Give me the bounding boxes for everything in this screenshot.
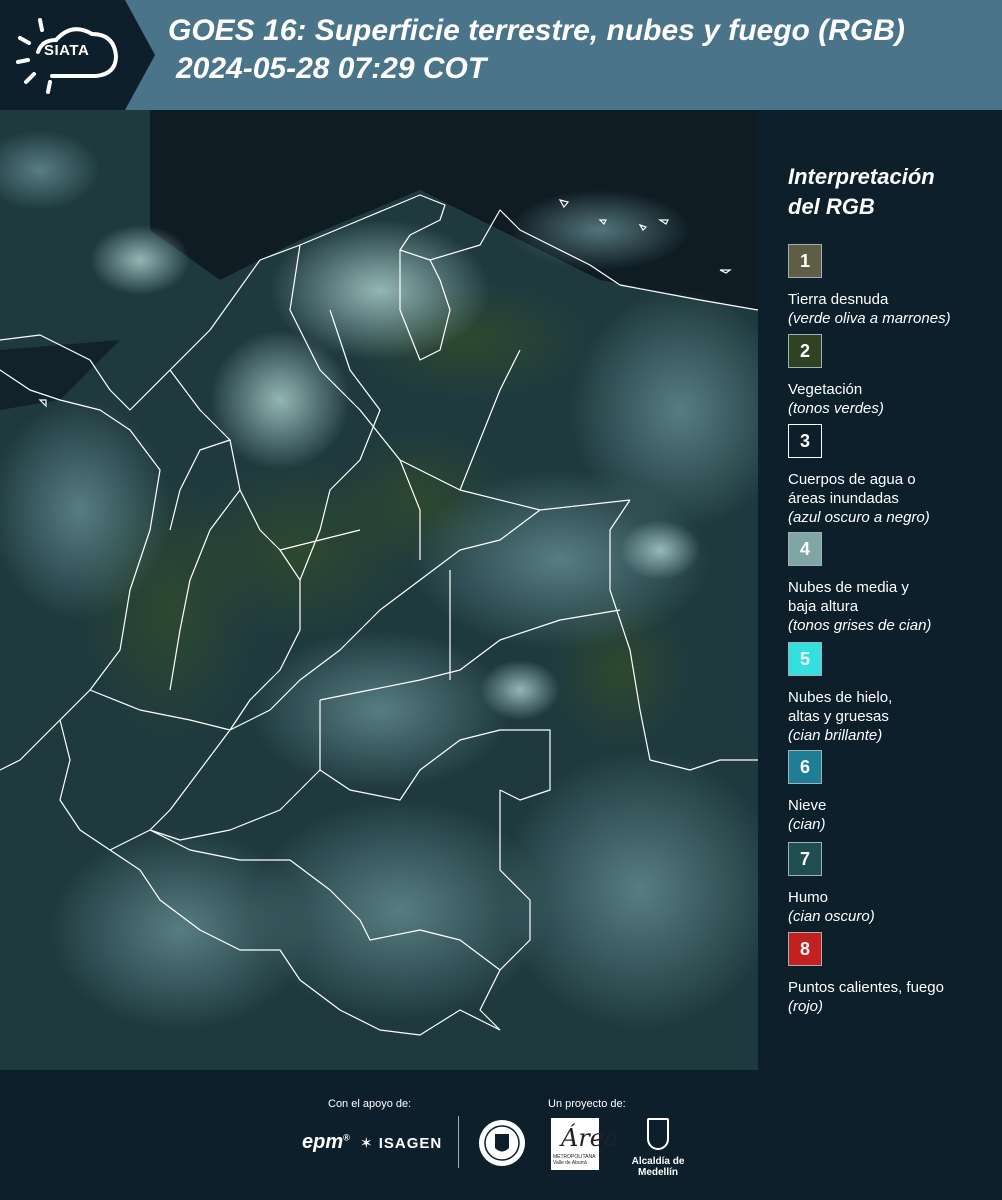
rgb-legend: Interpretación del RGB 1 Tierra desnuda … <box>760 110 1002 1070</box>
legend-item-snow: 6 Nieve (cian) <box>788 750 998 834</box>
legend-swatch: 7 <box>788 842 822 876</box>
support-label: Con el apoyo de: <box>328 1098 412 1110</box>
isagen-star-icon: ✶ <box>360 1135 374 1152</box>
legend-item-mid-low-clouds: 4 Nubes de media y baja altura (tonos gr… <box>788 532 998 635</box>
area-logo-sub: METROPOLITANA Valle de Aburrá <box>553 1154 596 1166</box>
university-seal-icon <box>479 1120 525 1166</box>
legend-item-vegetation: 2 Vegetación (tonos verdes) <box>788 334 998 418</box>
shield-icon <box>647 1118 669 1150</box>
logo-block: SIATA <box>0 0 155 110</box>
footer: Con el apoyo de: Un proyecto de: epm® ✶ … <box>0 1070 1002 1200</box>
area-metropolitana-logo: Área METROPOLITANA Valle de Aburrá <box>551 1118 618 1170</box>
page-title: GOES 16: Superficie terrestre, nubes y f… <box>168 12 998 88</box>
epm-registered-mark: ® <box>343 1132 350 1143</box>
legend-item-ice-clouds: 5 Nubes de hielo, altas y gruesas (cian … <box>788 642 998 745</box>
legend-swatch: 6 <box>788 750 822 784</box>
legend-item-water: 3 Cuerpos de agua o áreas inundadas (azu… <box>788 424 998 527</box>
legend-sub: (cian) <box>788 816 826 833</box>
legend-sub: (tonos grises de cian) <box>788 617 932 634</box>
brand-logo-text: SIATA <box>44 42 90 59</box>
legend-title: Interpretación del RGB <box>788 162 988 222</box>
satellite-map <box>0 110 758 1070</box>
legend-item-bare-soil: 1 Tierra desnuda (verde oliva a marrones… <box>788 244 998 328</box>
alcaldia-medellin-logo: Alcaldía de Medellín <box>613 1118 703 1178</box>
area-logo-letter: Área <box>561 1124 619 1152</box>
legend-item-smoke: 7 Humo (cian oscuro) <box>788 842 998 926</box>
legend-sub: (rojo) <box>788 998 824 1015</box>
isagen-logo-text: ISAGEN <box>378 1135 443 1152</box>
legend-label: Nubes de media y baja altura <box>788 579 909 615</box>
legend-swatch: 3 <box>788 424 822 458</box>
legend-label: Puntos calientes, fuego <box>788 979 944 996</box>
legend-title-line-1: Interpretación <box>788 164 935 189</box>
legend-label: Vegetación <box>788 381 863 398</box>
legend-label: Nieve <box>788 797 827 814</box>
legend-swatch: 4 <box>788 532 822 566</box>
title-line-2: 2024-05-28 07:29 COT <box>176 52 487 85</box>
legend-swatch: 2 <box>788 334 822 368</box>
legend-item-fire: 8 Puntos calientes, fuego (rojo) <box>788 932 998 1016</box>
legend-label: Tierra desnuda <box>788 291 889 308</box>
footer-divider <box>458 1116 459 1168</box>
legend-sub: (tonos verdes) <box>788 400 884 417</box>
legend-sub: (verde oliva a marrones) <box>788 310 951 327</box>
legend-sub: (cian oscuro) <box>788 908 875 925</box>
title-line-1: GOES 16: Superficie terrestre, nubes y f… <box>168 14 905 47</box>
epm-logo: epm® <box>302 1131 350 1154</box>
satellite-map-image <box>0 110 758 1070</box>
legend-label: Cuerpos de agua o áreas inundadas <box>788 471 916 507</box>
legend-swatch: 5 <box>788 642 822 676</box>
legend-title-line-2: del RGB <box>788 194 875 219</box>
legend-swatch: 8 <box>788 932 822 966</box>
alcaldia-text: Alcaldía de Medellín <box>631 1156 685 1178</box>
epm-logo-text: epm <box>302 1131 344 1153</box>
legend-sub: (azul oscuro a negro) <box>788 509 930 526</box>
project-label: Un proyecto de: <box>548 1098 626 1110</box>
isagen-logo: ✶ ISAGEN <box>360 1134 442 1152</box>
legend-label: Nubes de hielo, altas y gruesas <box>788 689 893 725</box>
legend-swatch: 1 <box>788 244 822 278</box>
legend-sub: (cian brillante) <box>788 727 883 744</box>
legend-label: Humo <box>788 889 829 906</box>
header-bar: SIATA GOES 16: Superficie terrestre, nub… <box>0 0 1002 110</box>
